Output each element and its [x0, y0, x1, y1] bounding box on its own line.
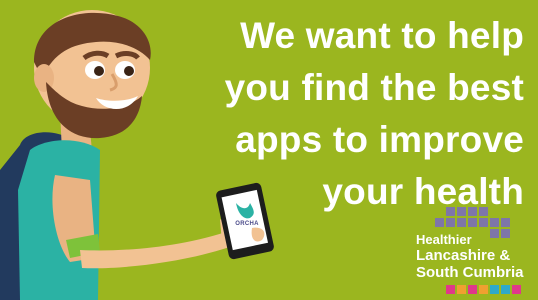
headline-line-1: We want to help [240, 15, 524, 56]
headline: We want to help you find the best apps t… [164, 10, 524, 218]
phone-app-label: ORCHA [235, 221, 259, 227]
logo-line-1: Healthier [416, 232, 472, 247]
healthier-lancashire-logo: Healthier Lancashire & South Cumbria [410, 205, 538, 300]
logo-text: Healthier Lancashire & South Cumbria [416, 232, 524, 282]
promo-banner: ORCHA We want to help you find the best … [0, 0, 538, 300]
headline-line-2: you find the best [224, 67, 524, 108]
right-pupil [124, 66, 134, 76]
headline-line-3: apps to improve [235, 119, 524, 160]
left-pupil [94, 66, 104, 76]
logo-line-2: Lancashire & [416, 247, 511, 264]
logo-line-3: South Cumbria [416, 264, 524, 281]
forearm [80, 230, 238, 269]
